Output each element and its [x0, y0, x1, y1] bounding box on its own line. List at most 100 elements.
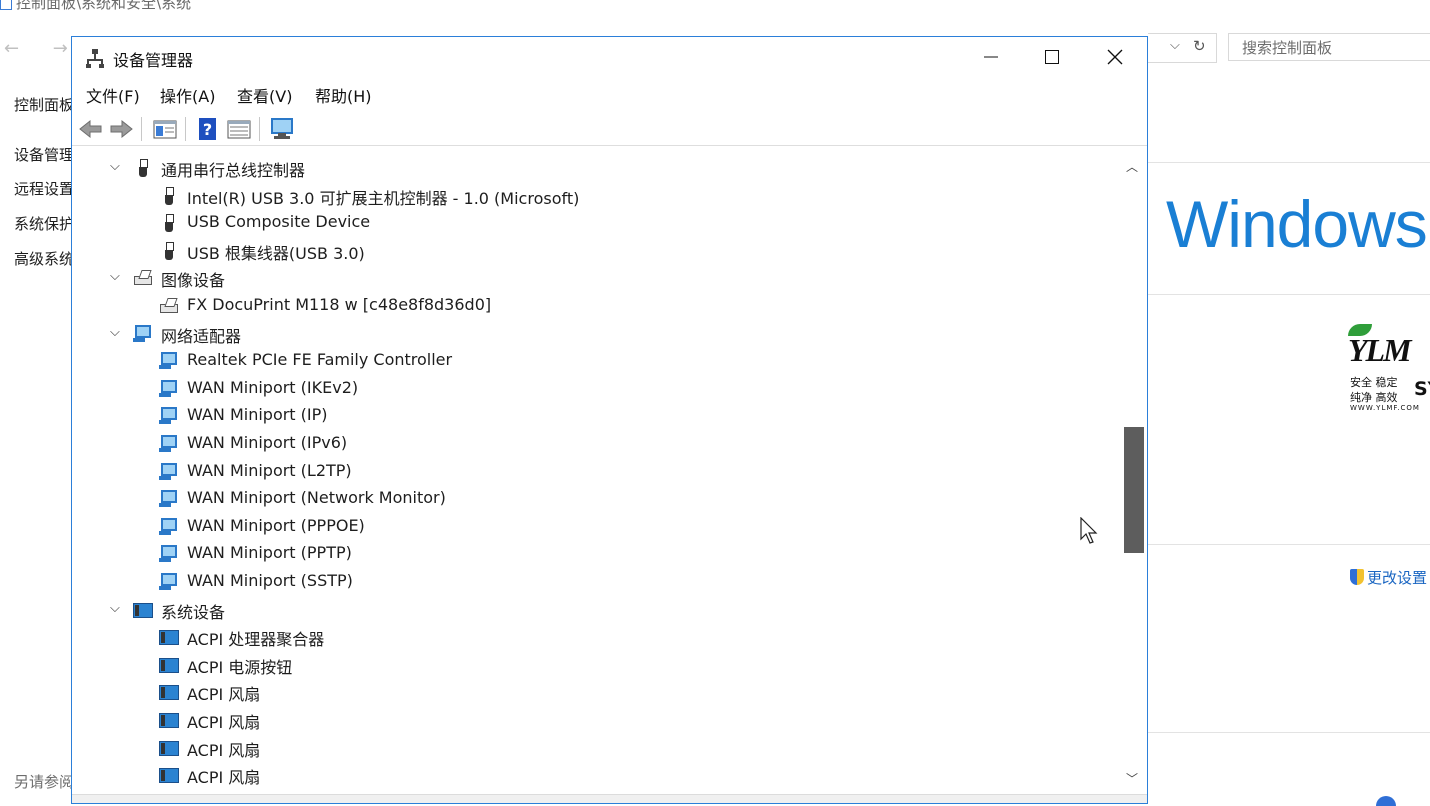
breadcrumb: 控制面板\系统和安全\系统 — [0, 0, 191, 12]
windows-logo-text: Windows — [1166, 187, 1428, 261]
divider — [1148, 162, 1430, 163]
system-device-icon — [158, 626, 180, 648]
toolbar-separator — [185, 117, 186, 141]
tree-item-label: ACPI 风扇 — [187, 740, 261, 760]
scrollbar-thumb[interactable] — [1124, 427, 1144, 553]
toolbar-separator — [141, 117, 142, 141]
network-icon — [158, 378, 180, 400]
toolbar-separator — [259, 117, 260, 141]
tree-item-label: WAN Miniport (IPv6) — [187, 433, 348, 452]
maximize-button[interactable] — [1021, 37, 1083, 77]
network-icon — [158, 516, 180, 538]
tree-item-label: WAN Miniport (PPPOE) — [187, 515, 365, 535]
status-bar — [72, 794, 1147, 803]
vertical-scrollbar[interactable]: ︿ ﹀ — [1121, 154, 1145, 794]
tree-item-label: USB Composite Device — [187, 212, 371, 232]
tree-item-label: WAN Miniport (L2TP) — [187, 460, 352, 480]
chevron-down-icon[interactable]: ⌵ — [110, 269, 120, 284]
brand-logo: YLM 安全 稳定 纯净 高效 SY WWW.YLMF.COM — [1344, 322, 1430, 418]
close-button[interactable] — [1084, 37, 1146, 77]
tree-item-label: WAN Miniport (PPTP) — [187, 543, 352, 563]
title-bar[interactable]: 设备管理器 — [72, 37, 1147, 77]
sidebar-link-control-panel-home[interactable]: 控制面板主页 — [14, 94, 71, 115]
see-also-label: 另请参阅 — [14, 773, 71, 791]
window-title: 设备管理器 — [113, 51, 194, 70]
tree-item-label: Realtek PCIe FE Family Controller — [187, 350, 453, 370]
close-icon — [1107, 49, 1123, 65]
menu-action[interactable]: 操作(A) — [160, 83, 215, 107]
help-icon[interactable]: ? — [195, 117, 221, 141]
tree-item-label: ACPI 风扇 — [187, 685, 261, 705]
address-bar-controls[interactable]: ⌵ ↻ — [1148, 33, 1217, 63]
imaging-icon — [158, 295, 180, 317]
tree-item-label: WAN Miniport (SSTP) — [187, 571, 353, 590]
tree-item-label: WAN Miniport (Network Monitor) — [187, 488, 446, 508]
tree-item-label: WAN Miniport (IKEv2) — [187, 377, 359, 397]
network-icon — [158, 461, 180, 483]
sidebar-link-system-protection[interactable]: 系统保护 — [14, 213, 71, 234]
change-settings-label: 更改设置 — [1367, 569, 1428, 587]
sidebar-link-advanced-settings[interactable]: 高级系统设置 — [14, 248, 71, 269]
usb-icon — [158, 240, 180, 262]
network-icon — [158, 543, 180, 565]
minimize-icon — [984, 56, 998, 58]
imaging-icon — [132, 267, 154, 289]
change-settings-link[interactable]: 更改设置 — [1350, 567, 1427, 588]
device-manager-window: 设备管理器 文件(F) 操作(A) 查看(V) 帮助(H) ? ⌵ 通用串行总线控… — [71, 36, 1148, 804]
maximize-icon — [1045, 50, 1059, 64]
tree-item-label: WAN Miniport (IP) — [187, 405, 328, 425]
usb-icon — [158, 185, 180, 207]
chevron-down-icon[interactable]: ⌵ — [110, 601, 120, 616]
tree-item-label: USB 根集线器(USB 3.0) — [187, 243, 365, 263]
system-device-icon — [158, 681, 180, 703]
view-icon[interactable] — [226, 117, 252, 141]
svg-text:?: ? — [203, 120, 212, 139]
menu-file[interactable]: 文件(F) — [86, 83, 140, 107]
chevron-up-icon[interactable]: ︿ — [1126, 158, 1138, 175]
refresh-icon[interactable]: ↻ — [1193, 37, 1206, 55]
system-device-icon — [132, 599, 154, 621]
network-icon — [158, 433, 180, 455]
divider — [1148, 294, 1430, 295]
tree-item-label: ACPI 风扇 — [187, 768, 261, 788]
chevron-down-icon[interactable]: ﹀ — [1126, 770, 1138, 787]
network-icon — [132, 323, 154, 345]
menu-bar: 文件(F) 操作(A) 查看(V) 帮助(H) — [72, 81, 1147, 107]
chevron-down-icon[interactable]: ⌵ — [110, 159, 120, 174]
network-icon — [158, 488, 180, 510]
forward-arrow-icon[interactable] — [108, 117, 134, 141]
menu-help[interactable]: 帮助(H) — [315, 83, 372, 107]
minimize-button[interactable] — [960, 37, 1022, 77]
tree-item-label: 系统设备 — [161, 602, 226, 622]
system-device-icon — [158, 654, 180, 676]
chevron-down-icon[interactable]: ⌵ — [1170, 38, 1180, 53]
tree-item-label: 图像设备 — [161, 271, 226, 291]
chevron-down-icon[interactable]: ⌵ — [110, 325, 120, 340]
system-device-icon — [158, 709, 180, 731]
tree-item-label: Intel(R) USB 3.0 可扩展主机控制器 - 1.0 (Microso… — [187, 188, 580, 208]
system-device-icon — [158, 737, 180, 759]
properties-icon[interactable] — [152, 117, 178, 141]
breadcrumb-text: 控制面板\系统和安全\系统 — [16, 0, 192, 12]
network-icon — [158, 571, 180, 593]
back-arrow-icon[interactable] — [78, 117, 104, 141]
system-device-icon — [158, 764, 180, 786]
network-icon — [158, 405, 180, 427]
device-manager-icon — [86, 49, 104, 68]
tree-item-label: 通用串行总线控制器 — [161, 161, 306, 180]
sidebar-link-remote-settings[interactable]: 远程设置 — [14, 178, 71, 199]
tree-item-label: ACPI 风扇 — [187, 713, 261, 732]
usb-icon — [158, 212, 180, 234]
search-input[interactable]: 搜索控制面板 — [1228, 33, 1430, 61]
sidebar-link-device-manager[interactable]: 设备管理器 — [14, 144, 71, 165]
scan-hardware-icon[interactable] — [269, 117, 295, 141]
network-icon — [158, 350, 180, 372]
mouse-cursor-icon — [1080, 517, 1098, 544]
usb-icon — [132, 157, 154, 179]
control-panel-icon — [0, 0, 12, 10]
divider — [1148, 544, 1430, 545]
shield-icon — [1350, 569, 1364, 585]
device-tree[interactable]: ⌵ 通用串行总线控制器 Intel(R) USB 3.0 可扩展主机控制器 - 1.… — [72, 154, 1122, 794]
menu-view[interactable]: 查看(V) — [237, 83, 292, 107]
tree-item-label: FX DocuPrint M118 w [c48e8f8d36d0] — [187, 295, 492, 314]
